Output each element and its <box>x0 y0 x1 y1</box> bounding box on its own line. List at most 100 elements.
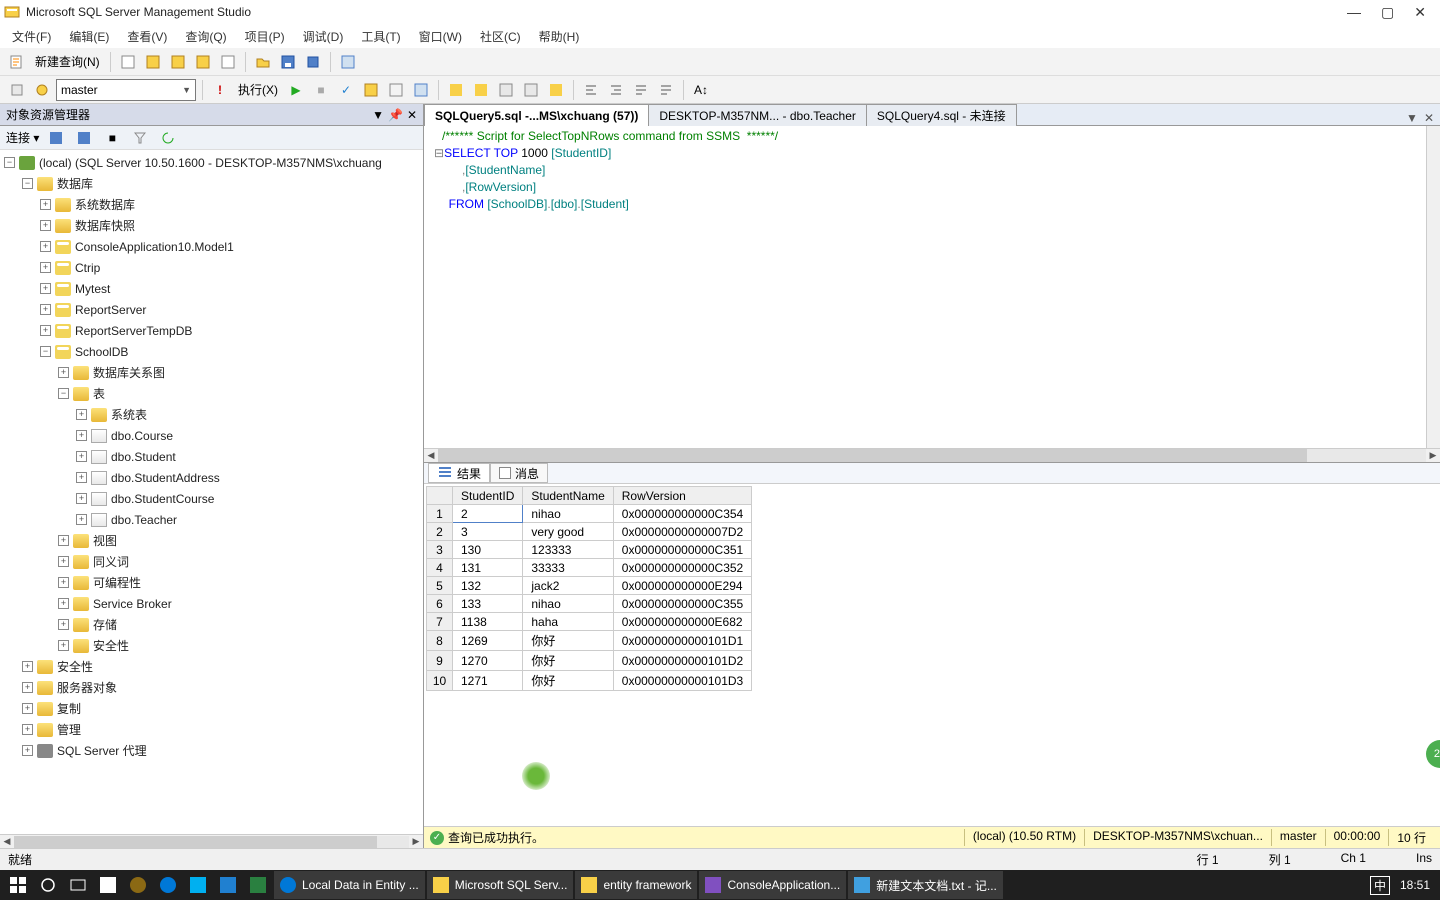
toggle-icon[interactable]: + <box>58 535 69 546</box>
toggle-icon[interactable]: + <box>40 241 51 252</box>
tb-icon-4[interactable] <box>192 51 214 73</box>
tb-app-4[interactable] <box>184 871 212 899</box>
tree-programmability[interactable]: 可编程性 <box>93 574 141 591</box>
tree-databases[interactable]: 数据库 <box>57 175 93 192</box>
cell[interactable]: 1138 <box>453 613 523 631</box>
database-combo[interactable]: master ▼ <box>56 79 196 101</box>
cell[interactable]: 你好 <box>523 651 613 671</box>
cell[interactable]: 0x00000000000007D2 <box>613 523 751 541</box>
filter-icon[interactable] <box>129 127 151 149</box>
toggle-icon[interactable]: + <box>22 724 33 735</box>
cell[interactable]: 0x00000000000101D1 <box>613 631 751 651</box>
tb2-icon-9[interactable] <box>520 79 542 101</box>
tb2-icon-5[interactable] <box>410 79 432 101</box>
tree-servicebroker[interactable]: Service Broker <box>93 597 172 611</box>
toggle-icon[interactable]: + <box>58 640 69 651</box>
toggle-icon[interactable]: + <box>76 472 87 483</box>
tb2-icon-1[interactable] <box>6 79 28 101</box>
tb2-icon-2[interactable] <box>31 79 53 101</box>
grid-header[interactable]: StudentID <box>453 487 523 505</box>
cell[interactable]: 2 <box>453 505 523 523</box>
editor-vscroll[interactable] <box>1426 126 1440 448</box>
cell[interactable]: jack2 <box>523 577 613 595</box>
toggle-icon[interactable]: + <box>22 745 33 756</box>
menu-debug[interactable]: 调试(D) <box>299 26 348 47</box>
save-icon[interactable] <box>277 51 299 73</box>
toggle-icon[interactable]: + <box>40 304 51 315</box>
toggle-icon[interactable]: − <box>22 178 33 189</box>
tb-app-1[interactable] <box>94 871 122 899</box>
panel-close-icon[interactable]: ✕ <box>407 108 417 122</box>
tree-table[interactable]: dbo.Course <box>111 429 173 443</box>
tree-db[interactable]: ReportServerTempDB <box>75 324 192 338</box>
row-number[interactable]: 6 <box>427 595 453 613</box>
tree-db[interactable]: Ctrip <box>75 261 100 275</box>
cell[interactable]: 123333 <box>523 541 613 559</box>
object-explorer-tree[interactable]: −(local) (SQL Server 10.50.1600 - DESKTO… <box>0 150 423 834</box>
cell[interactable]: nihao <box>523 505 613 523</box>
tree-schooldb[interactable]: SchoolDB <box>75 345 128 359</box>
indent-left-icon[interactable] <box>580 79 602 101</box>
taskbar-item[interactable]: 新建文本文档.txt - 记... <box>848 871 1003 899</box>
row-number[interactable]: 1 <box>427 505 453 523</box>
tree-securitydb[interactable]: 安全性 <box>93 637 129 654</box>
toggle-icon[interactable]: + <box>58 619 69 630</box>
tb2-icon-6[interactable] <box>445 79 467 101</box>
tb2-icon-7[interactable] <box>470 79 492 101</box>
cell[interactable]: 131 <box>453 559 523 577</box>
doc-tab-3[interactable]: SQLQuery4.sql - 未连接 <box>866 104 1017 126</box>
tree-table[interactable]: dbo.Teacher <box>111 513 177 527</box>
toggle-icon[interactable]: + <box>76 430 87 441</box>
execute-button[interactable]: 执行(X) <box>234 81 282 98</box>
cell[interactable]: 0x000000000000C351 <box>613 541 751 559</box>
tb-icon-1[interactable] <box>117 51 139 73</box>
debug-icon[interactable]: ! <box>209 79 231 101</box>
row-number[interactable]: 8 <box>427 631 453 651</box>
tree-table[interactable]: dbo.StudentAddress <box>111 471 220 485</box>
row-number[interactable]: 5 <box>427 577 453 595</box>
tree-storage[interactable]: 存储 <box>93 616 117 633</box>
stop-icon[interactable]: ■ <box>310 79 332 101</box>
tb2-icon-8[interactable] <box>495 79 517 101</box>
tree-db[interactable]: ReportServer <box>75 303 146 317</box>
cell[interactable]: 1269 <box>453 631 523 651</box>
tree-serverobjects[interactable]: 服务器对象 <box>57 679 117 696</box>
cell[interactable]: 你好 <box>523 671 613 691</box>
tree-table[interactable]: dbo.StudentCourse <box>111 492 214 506</box>
toggle-icon[interactable]: + <box>76 493 87 504</box>
cell[interactable]: 0x00000000000101D3 <box>613 671 751 691</box>
tree-diagram[interactable]: 数据库关系图 <box>93 364 165 381</box>
cell[interactable]: 130 <box>453 541 523 559</box>
play-icon[interactable]: ▶ <box>285 79 307 101</box>
parse-icon[interactable]: ✓ <box>335 79 357 101</box>
menu-file[interactable]: 文件(F) <box>8 26 55 47</box>
toggle-icon[interactable]: + <box>58 598 69 609</box>
tree-table[interactable]: dbo.Student <box>111 450 176 464</box>
tree-security[interactable]: 安全性 <box>57 658 93 675</box>
tree-replication[interactable]: 复制 <box>57 700 81 717</box>
cortana-icon[interactable] <box>34 871 62 899</box>
toggle-icon[interactable]: + <box>76 514 87 525</box>
new-query-button[interactable]: 新建查询(N) <box>31 53 104 70</box>
cell[interactable]: 你好 <box>523 631 613 651</box>
tab-close-icon[interactable]: ✕ <box>1424 111 1434 125</box>
toggle-icon[interactable]: + <box>76 409 87 420</box>
tb-app-3[interactable] <box>154 871 182 899</box>
doc-tab-2[interactable]: DESKTOP-M357NM... - dbo.Teacher <box>648 104 867 126</box>
toggle-icon[interactable]: + <box>22 703 33 714</box>
menu-tools[interactable]: 工具(T) <box>357 26 404 47</box>
row-number[interactable]: 7 <box>427 613 453 631</box>
refresh-icon[interactable] <box>157 127 179 149</box>
tb-app-5[interactable] <box>214 871 242 899</box>
cell[interactable]: 133 <box>453 595 523 613</box>
toggle-icon[interactable]: + <box>58 367 69 378</box>
toggle-icon[interactable]: + <box>58 556 69 567</box>
toggle-icon[interactable]: + <box>76 451 87 462</box>
uncomment-icon[interactable] <box>655 79 677 101</box>
messages-tab[interactable]: 消息 <box>490 463 548 483</box>
object-explorer-hscroll[interactable]: ◀ ▶ <box>0 834 423 848</box>
taskbar-item[interactable]: Microsoft SQL Serv... <box>427 871 574 899</box>
sql-editor[interactable]: /****** Script for SelectTopNRows comman… <box>424 126 1440 448</box>
taskbar-item[interactable]: entity framework <box>575 871 697 899</box>
oe-icon-1[interactable] <box>45 127 67 149</box>
